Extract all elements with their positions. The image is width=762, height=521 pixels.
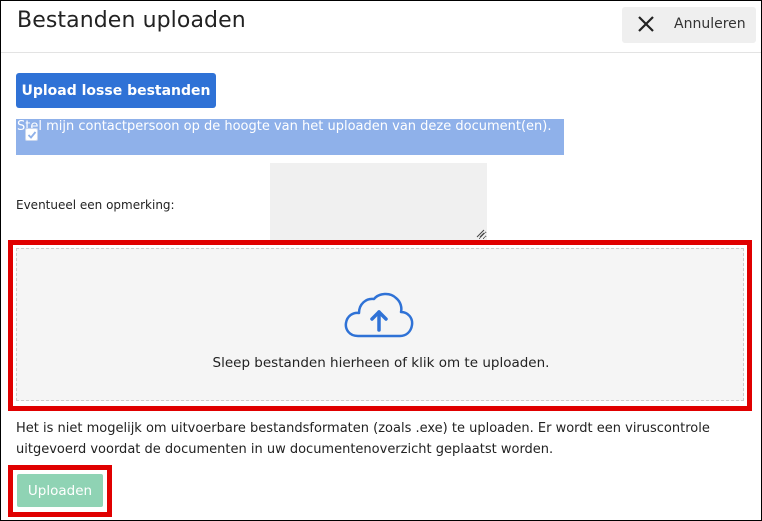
notify-contact-label: Stel mijn contactpersoon op de hoogte va…: [17, 119, 552, 134]
checkmark-icon: [27, 131, 37, 139]
upload-info-text: Het is niet mogelijk om uitvoerbare best…: [16, 421, 710, 457]
notify-contact-option[interactable]: Stel mijn contactpersoon op de hoogte va…: [16, 119, 564, 155]
notify-contact-checkbox[interactable]: [25, 128, 38, 141]
upload-single-files-button[interactable]: Upload losse bestanden: [16, 73, 216, 108]
dropzone-text: Sleep bestanden hierheen of klik om te u…: [0, 355, 762, 371]
close-icon: [638, 16, 654, 32]
resize-grip-icon[interactable]: [475, 228, 485, 238]
upload-button[interactable]: Uploaden: [17, 474, 103, 507]
dialog-header: Bestanden uploaden Annuleren: [1, 1, 761, 53]
cloud-upload-icon: [344, 292, 414, 338]
cancel-button[interactable]: Annuleren: [622, 7, 756, 43]
dropzone-text-label: Sleep bestanden hierheen of klik om te u…: [212, 355, 550, 371]
cancel-button-label: Annuleren: [674, 16, 746, 32]
remark-label: Eventueel een opmerking:: [16, 198, 175, 212]
remark-textarea[interactable]: [270, 163, 487, 240]
dialog-title: Bestanden uploaden: [17, 8, 246, 33]
